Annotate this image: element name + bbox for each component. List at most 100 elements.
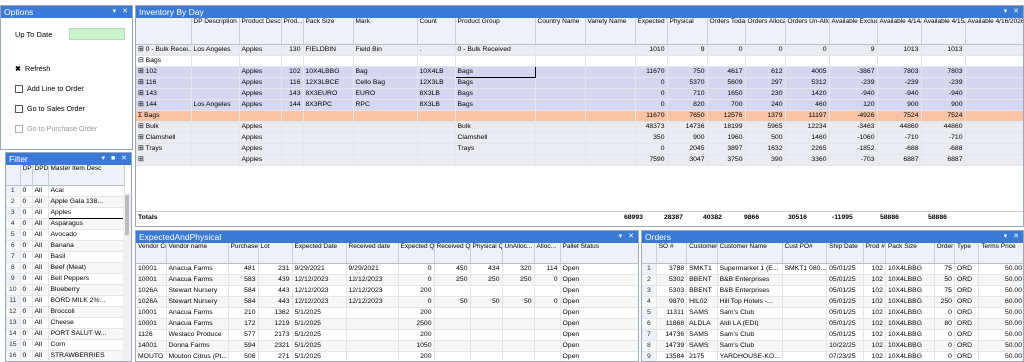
go-purchase-button[interactable]: Go to Purchase Order <box>15 124 97 133</box>
orders-col-header[interactable]: Customer Name <box>717 243 783 264</box>
inventory-col-header[interactable]: Orders Allocated <box>745 18 786 45</box>
orders-row[interactable]: 8 14739 SAMS Sam's Club 10/22/25 102 10X4LBBG 0… <box>642 340 1023 352</box>
filter-row[interactable]: 2 0 All Apple Gala 138... <box>6 196 125 208</box>
add-line-button[interactable]: Add Line to Order <box>15 84 84 93</box>
panel-controls[interactable]: ▾ ✕ <box>1004 231 1021 243</box>
filter-row[interactable]: 8 0 All Beef (Meat) <box>6 262 125 274</box>
filter-row[interactable]: 4 0 All Asparagus <box>6 218 125 230</box>
inventory-col-header[interactable]: Count <box>417 18 456 45</box>
panel-controls[interactable]: ▾ ✕ <box>1004 6 1021 18</box>
go-sales-button[interactable]: Go to Sales Order <box>15 104 85 113</box>
inventory-row[interactable]: ⊞ Clamshell Apples Clamshell 350 900 1960 500 1… <box>136 132 1023 144</box>
refresh-button[interactable]: ✖ Refresh <box>15 64 50 73</box>
inventory-row[interactable]: ⊞ Trays Apples Trays 0 2045 3897 1632 2265 -1852… <box>136 143 1023 155</box>
filter-row[interactable]: 3 0 All Apples <box>6 206 125 219</box>
panel-controls[interactable]: ▾ ✕ <box>113 6 130 18</box>
orders-row[interactable]: 2 5302 BBENT B&B Enterprises 05/01/25 102 10X4… <box>642 274 1023 286</box>
orders-col-header[interactable]: Type <box>954 243 980 264</box>
expected-col-header[interactable]: Vendor name <box>166 243 229 264</box>
inventory-row[interactable]: ⊞ 144 Los Angeles Apples 144 8X3RPC RPC 8X3LB B… <box>136 99 1023 111</box>
expected-row[interactable]: 10001 Anacua Farms 172 1219 5/1/2025 2500 Open <box>136 318 638 330</box>
expected-row[interactable]: 1026A Stewart Nursery 584 443 12/12/2023 12/1… <box>136 296 638 308</box>
inventory-row[interactable]: ⊞ 143 Apples 143 8X3EURO EURO 8X3LB Bags 0 710 16… <box>136 88 1023 100</box>
filter-row[interactable]: 15 0 All Corn <box>6 339 125 351</box>
inventory-col-header[interactable]: Expected Today <box>635 18 668 45</box>
expected-col-header[interactable]: Lot <box>258 243 293 264</box>
orders-row[interactable]: 9 13584 2175 YARDHOUSE-KO... 07/23/25 102 10X4… <box>642 351 1023 361</box>
inventory-col-header[interactable]: Prod... <box>281 18 304 45</box>
expected-col-header[interactable]: Pallet Status <box>560 243 638 264</box>
filter-col-dp[interactable]: DP <box>20 165 33 186</box>
expected-col-header[interactable]: Purchase Order <box>228 243 259 264</box>
orders-col-header[interactable] <box>642 243 657 264</box>
expected-col-header[interactable]: Alloc... <box>534 243 561 264</box>
expected-row[interactable]: 10001 Anacua Farms 210 1362 5/1/2025 200 Open <box>136 307 638 319</box>
filter-row[interactable]: 9 0 All Bell Peppers <box>6 273 125 285</box>
up-to-date-field[interactable] <box>69 28 125 40</box>
inventory-col-header[interactable] <box>136 18 192 45</box>
inventory-col-header[interactable]: Available 4/15/2026 <box>921 18 966 45</box>
inventory-col-header[interactable]: Product Group <box>455 18 536 45</box>
expected-row[interactable]: 14001 Donna Farms 594 2321 5/1/2025 1050 Open <box>136 340 638 352</box>
filter-scrollbar[interactable] <box>123 193 131 361</box>
expected-col-header[interactable]: Received Qty <box>434 243 471 264</box>
expected-col-header[interactable]: Expected Date <box>292 243 347 264</box>
filter-row[interactable]: 6 0 All Banana <box>6 240 125 252</box>
inventory-row[interactable]: ⊞ 0 - Bulk Recei... Los Angeles Apples 130 F… <box>136 44 1023 56</box>
expected-row[interactable]: 1126 Weslaco Produce 577 2173 5/1/2025 200 Ope… <box>136 329 638 341</box>
orders-row[interactable]: 7 14736 SAMS Sam's Club 05/01/25 102 10X4LBBG 0… <box>642 329 1023 341</box>
expected-row[interactable]: 10001 Anacua Farms 481 231 9/29/2021 9/29/202… <box>136 263 638 275</box>
inventory-col-header[interactable]: Orders Un-Allocated <box>785 18 830 45</box>
expected-col-header[interactable]: Vendor Code <box>136 243 167 264</box>
inventory-col-header[interactable]: Available Excluding E <box>829 18 878 45</box>
orders-col-header[interactable]: Prod # <box>863 243 886 264</box>
orders-row[interactable]: 4 9870 HIL02 Hill Top Hotels -... 05/01/25 10… <box>642 296 1023 308</box>
inventory-col-header[interactable]: Mark <box>353 18 418 45</box>
orders-col-header[interactable]: Customer Code <box>686 243 718 264</box>
panel-controls[interactable]: ▾ ■ ✕ <box>102 153 130 165</box>
filter-row[interactable]: 13 0 All Cheese <box>6 317 125 329</box>
filter-row[interactable]: 12 0 All Broccoli <box>6 306 125 318</box>
filter-row[interactable]: 7 0 All Basil <box>6 251 125 263</box>
orders-col-header[interactable]: Order Qty <box>934 243 955 264</box>
inventory-row[interactable]: ⊟ Bags <box>136 55 1023 67</box>
orders-col-header[interactable]: SO # <box>656 243 688 264</box>
inventory-row[interactable]: ⊞ 102 Apples 102 10X4LBBG Bag 10X4LB Bags 11670… <box>136 65 1023 78</box>
filter-row[interactable]: 1 0 All Acai <box>6 185 125 197</box>
orders-col-header[interactable]: Terms Price <box>978 243 1023 264</box>
inventory-col-header[interactable]: Physical <box>667 18 708 45</box>
inventory-col-header[interactable]: Pack Size <box>303 18 354 45</box>
panel-controls[interactable]: ▾ ✕ <box>619 231 636 243</box>
orders-col-header[interactable]: Ship Date <box>826 243 864 264</box>
inventory-col-header[interactable]: Country Name <box>535 18 586 45</box>
orders-col-header[interactable]: Pack Size <box>885 243 935 264</box>
inventory-row[interactable]: ⊞ 116 Apples 116 12X3LBCE Cello Bag 12X3LB Bag… <box>136 77 1023 89</box>
inventory-col-header[interactable]: Product Description <box>239 18 282 45</box>
inventory-col-header[interactable]: Available 4/14/2026 <box>877 18 922 45</box>
expected-col-header[interactable]: Expected Qty <box>398 243 435 264</box>
expected-row[interactable]: MOUTO Mouton Citrus (Pt... 506 271 5/1/2025 2… <box>136 351 638 361</box>
orders-row[interactable]: 1 3788 SMKT1 Supermarket 1 (E... SMKT1 080..… <box>642 263 1023 275</box>
inventory-col-header[interactable]: Available 4/16/2026 <box>965 18 1023 45</box>
filter-row[interactable]: 10 0 All Blueberry <box>6 284 125 296</box>
orders-row[interactable]: 6 11868 ALDLA Aldi LA (EDI) 05/01/25 102 10X4L… <box>642 318 1023 330</box>
expected-row[interactable]: 10001 Anacua Farms 583 439 12/12/2023 12/12/2… <box>136 274 638 286</box>
expected-col-header[interactable]: Received date <box>346 243 399 264</box>
filter-row[interactable]: 5 0 All Avocado <box>6 229 125 241</box>
filter-col-desc[interactable]: Master Item Desc <box>48 165 125 186</box>
orders-row[interactable]: 5 11311 SAMS Sam's Club 05/01/25 102 10X4LBBG 0… <box>642 307 1023 319</box>
filter-row[interactable]: 11 0 All BORD MILK 2%... <box>6 295 125 307</box>
inventory-row[interactable]: ⊞ Apples 7590 3047 3750 390 3360 -703 6887 6887 <box>136 154 1023 166</box>
orders-col-header[interactable]: Cust PO# <box>782 243 828 264</box>
filter-row[interactable]: 14 0 All PORT SALUT W... <box>6 328 125 340</box>
inventory-row[interactable]: ⊞ Bulk Apples Bulk 48373 14736 18199 5965 12234… <box>136 121 1023 133</box>
orders-row[interactable]: 3 5303 BBENT B&B Enterprises 05/01/25 102 10X4… <box>642 285 1023 297</box>
expected-col-header[interactable]: UnAlloc... <box>502 243 535 264</box>
inventory-row[interactable]: Σ Bags 11670 7650 12576 1379 11197 -4926 7524 75… <box>136 110 1023 122</box>
expected-col-header[interactable]: Physical Qty <box>470 243 503 264</box>
inventory-col-header[interactable]: DP Description <box>191 18 240 45</box>
filter-row[interactable]: 16 0 All STRAWBERRIES <box>6 350 125 361</box>
inventory-col-header[interactable]: Variety Name <box>585 18 636 45</box>
filter-col-dpd[interactable]: DPD... <box>32 165 49 186</box>
expected-row[interactable]: 1026A Stewart Nursery 584 443 12/12/2023 12/1… <box>136 285 638 297</box>
